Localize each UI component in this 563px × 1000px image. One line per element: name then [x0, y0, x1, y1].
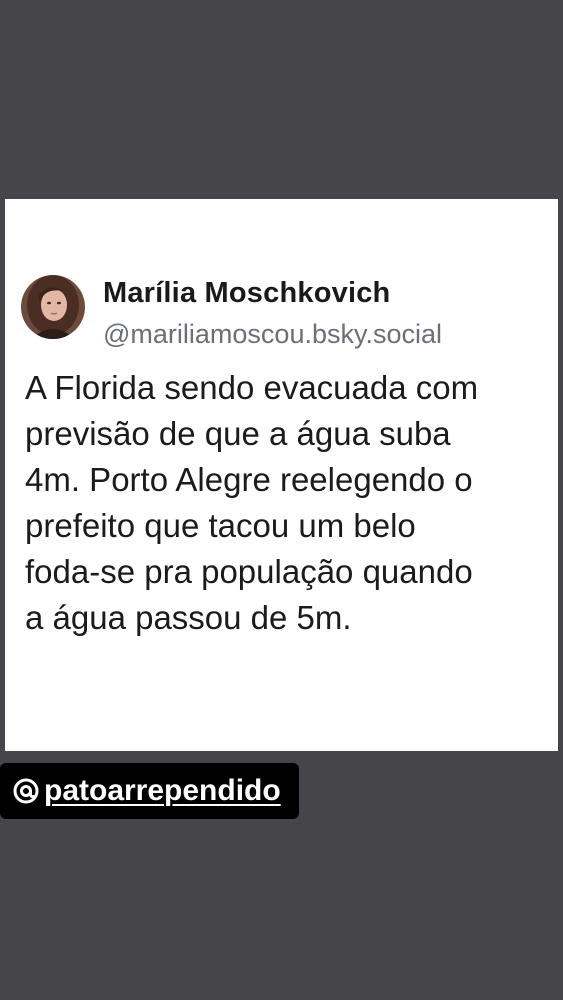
- post-text-line: prefeito que tacou um belo: [25, 507, 416, 544]
- mention-sticker[interactable]: patoarrependido: [0, 763, 299, 819]
- sticker-username[interactable]: patoarrependido: [44, 774, 281, 808]
- author-display-name[interactable]: Marília Moschkovich: [103, 277, 390, 310]
- threads-icon: [12, 777, 40, 805]
- avatar[interactable]: [21, 275, 85, 339]
- post-text-line: A Florida sendo evacuada com: [25, 369, 479, 406]
- post-text-line: 4m. Porto Alegre reelegendo o: [25, 461, 473, 498]
- post-text: A Florida sendo evacuada com previsão de…: [25, 365, 550, 641]
- post-text-line: previsão de que a água suba: [25, 415, 451, 452]
- author-handle[interactable]: @mariliamoscou.bsky.social: [103, 319, 442, 350]
- post-text-line: foda-se pra população quando: [25, 553, 473, 590]
- post-card: Marília Moschkovich @mariliamoscou.bsky.…: [5, 199, 558, 751]
- post-text-line: a água passou de 5m.: [25, 599, 352, 636]
